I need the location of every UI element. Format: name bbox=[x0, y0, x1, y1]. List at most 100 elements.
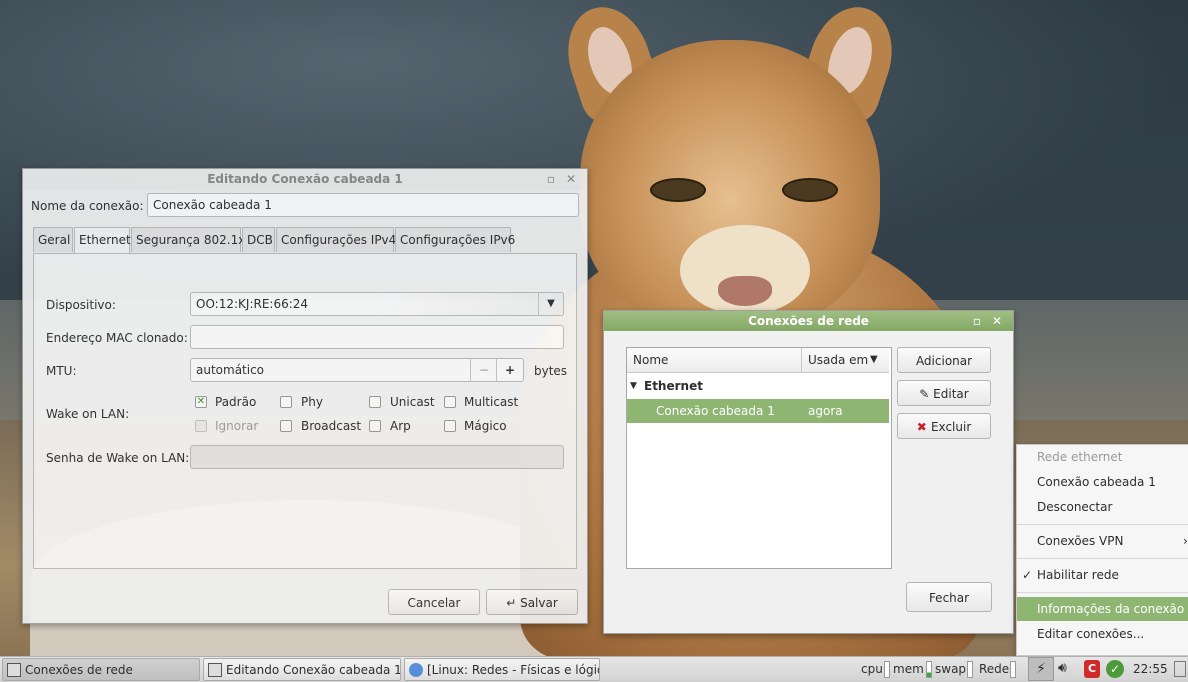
wol-phy-checkbox[interactable] bbox=[280, 396, 292, 408]
cloned-mac-input[interactable] bbox=[190, 325, 564, 349]
tab-dcb[interactable]: DCB bbox=[242, 227, 275, 252]
check-icon: ✓ bbox=[1022, 568, 1033, 582]
delete-x-icon: ✖ bbox=[916, 420, 931, 434]
task-network-connections[interactable]: Conexões de rede bbox=[2, 658, 200, 681]
connections-list: Nome Usada em ▼ ▼ Ethernet Conexão cabea… bbox=[626, 347, 892, 569]
wol-padrao-label: Padrão bbox=[215, 395, 257, 409]
network-window-title: Conexões de rede bbox=[748, 314, 869, 328]
tab-ethernet[interactable]: Ethernet bbox=[74, 227, 131, 254]
edit-connection-window: Editando Conexão cabeada 1 ▫ ✕ Nome da c… bbox=[22, 168, 588, 624]
mtu-label: MTU: bbox=[46, 364, 77, 378]
wol-password-label: Senha de Wake on LAN: bbox=[46, 451, 190, 465]
clock[interactable]: 22:55 bbox=[1133, 661, 1168, 677]
tab-ipv6[interactable]: Configurações IPv6 bbox=[395, 227, 515, 252]
plus-icon[interactable]: + bbox=[496, 359, 523, 381]
tab-ipv4[interactable]: Configurações IPv4 bbox=[276, 227, 396, 252]
net-monitor-label[interactable]: Rede bbox=[979, 661, 1009, 677]
menu-item-vpn[interactable]: Conexões VPN › bbox=[1017, 529, 1188, 553]
close-icon[interactable]: ✕ bbox=[563, 171, 579, 187]
task-label: [Linux: Redes - Físicas e lógic... bbox=[427, 663, 600, 677]
taskbar: Conexões de rede Editando Conexão cabead… bbox=[0, 656, 1188, 682]
wol-magico-label: Mágico bbox=[464, 419, 507, 433]
edit-window-title: Editando Conexão cabeada 1 bbox=[207, 172, 403, 186]
wol-padrao-checkbox[interactable]: ✕ bbox=[195, 396, 207, 408]
task-label: Conexões de rede bbox=[25, 663, 133, 677]
menu-item-enable-network[interactable]: ✓ Habilitar rede bbox=[1017, 563, 1188, 587]
wallpaper-puma-eye-left bbox=[650, 178, 706, 202]
wol-arp-checkbox[interactable] bbox=[369, 420, 381, 432]
close-button[interactable]: Fechar bbox=[906, 582, 992, 612]
menu-item-edit-connections[interactable]: Editar conexões... bbox=[1017, 622, 1188, 646]
device-value: OO:12:KJ:RE:66:24 bbox=[196, 297, 309, 311]
mtu-input[interactable]: automático − + bbox=[190, 358, 524, 382]
wol-broadcast-checkbox[interactable] bbox=[280, 420, 292, 432]
maximize-icon[interactable]: ▫ bbox=[543, 171, 559, 187]
group-label: Ethernet bbox=[644, 379, 703, 393]
maximize-icon[interactable]: ▫ bbox=[969, 313, 985, 329]
mtu-unit: bytes bbox=[534, 364, 568, 378]
cpu-meter bbox=[884, 661, 890, 678]
tab-geral[interactable]: Geral bbox=[33, 227, 73, 252]
wol-ignorar-label: Ignorar bbox=[215, 419, 259, 433]
edit-button[interactable]: ✎ Editar bbox=[897, 380, 991, 406]
edit-window-titlebar[interactable]: Editando Conexão cabeada 1 ▫ ✕ bbox=[23, 169, 587, 189]
mem-meter bbox=[926, 661, 932, 678]
volume-icon[interactable]: 🔊︎ bbox=[1058, 660, 1067, 676]
pencil-icon: ✎ bbox=[919, 387, 934, 401]
network-tray-menu: Rede ethernet Conexão cabeada 1 Desconec… bbox=[1016, 444, 1188, 656]
shield-c-icon[interactable]: C bbox=[1084, 660, 1100, 678]
menu-item-disconnect[interactable]: Desconectar bbox=[1017, 495, 1188, 519]
wol-arp-label: Arp bbox=[390, 419, 411, 433]
device-select[interactable]: OO:12:KJ:RE:66:24 ▼ bbox=[190, 292, 564, 316]
wol-broadcast-label: Broadcast bbox=[301, 419, 362, 433]
task-edit-connection[interactable]: Editando Conexão cabeada 1 bbox=[203, 658, 401, 681]
tab-seguranca[interactable]: Segurança 802.1x bbox=[131, 227, 245, 252]
delete-label: Excluir bbox=[930, 420, 972, 434]
save-button[interactable]: ↵ Salvar bbox=[486, 589, 578, 615]
row-used: agora bbox=[808, 404, 843, 418]
wol-multicast-checkbox[interactable] bbox=[444, 396, 456, 408]
task-browser[interactable]: [Linux: Redes - Físicas e lógic... bbox=[404, 658, 600, 681]
network-plug-icon[interactable]: ⚡ bbox=[1028, 657, 1054, 681]
mtu-value: automático bbox=[196, 363, 265, 377]
cancel-button[interactable]: Cancelar bbox=[388, 589, 480, 615]
show-desktop-icon[interactable] bbox=[1174, 661, 1186, 677]
group-row-ethernet[interactable]: ▼ Ethernet bbox=[627, 374, 889, 398]
menu-separator bbox=[1017, 558, 1188, 559]
minus-icon[interactable]: − bbox=[470, 359, 497, 381]
column-name[interactable]: Nome bbox=[633, 352, 668, 368]
enter-arrow-icon: ↵ bbox=[506, 596, 521, 610]
list-header: Nome Usada em ▼ bbox=[627, 348, 889, 373]
column-used[interactable]: Usada em bbox=[808, 352, 868, 368]
network-window-icon bbox=[208, 663, 222, 677]
wallpaper-puma-eye-right bbox=[782, 178, 838, 202]
mem-monitor-label[interactable]: mem bbox=[893, 661, 924, 677]
update-check-icon[interactable]: ✓ bbox=[1106, 660, 1124, 678]
wol-ignorar-checkbox bbox=[195, 420, 207, 432]
wol-password-input bbox=[190, 445, 564, 469]
vpn-label: Conexões VPN bbox=[1037, 534, 1124, 548]
menu-item-wired-connection[interactable]: Conexão cabeada 1 bbox=[1017, 470, 1188, 494]
wol-phy-label: Phy bbox=[301, 395, 323, 409]
menu-item-connection-info[interactable]: Informações da conexão bbox=[1017, 597, 1188, 621]
cloned-mac-label: Endereço MAC clonado: bbox=[46, 331, 188, 345]
add-button[interactable]: Adicionar bbox=[897, 347, 991, 373]
wol-label: Wake on LAN: bbox=[46, 407, 130, 421]
wol-unicast-label: Unicast bbox=[390, 395, 435, 409]
close-icon[interactable]: ✕ bbox=[989, 313, 1005, 329]
connection-name-input[interactable]: Conexão cabeada 1 bbox=[147, 193, 579, 217]
delete-button[interactable]: ✖ Excluir bbox=[897, 413, 991, 439]
chevron-right-icon: › bbox=[1183, 534, 1188, 548]
network-window-titlebar[interactable]: Conexões de rede ▫ ✕ bbox=[604, 311, 1013, 331]
swap-monitor-label[interactable]: swap bbox=[935, 661, 966, 677]
menu-header: Rede ethernet bbox=[1037, 450, 1123, 464]
menu-separator bbox=[1017, 524, 1188, 525]
wol-unicast-checkbox[interactable] bbox=[369, 396, 381, 408]
table-row[interactable]: Conexão cabeada 1 agora bbox=[627, 399, 889, 423]
expander-icon[interactable]: ▼ bbox=[630, 374, 637, 398]
chevron-down-icon[interactable]: ▼ bbox=[538, 293, 563, 315]
swap-meter bbox=[967, 661, 973, 678]
wol-magico-checkbox[interactable] bbox=[444, 420, 456, 432]
wol-multicast-label: Multicast bbox=[464, 395, 519, 409]
cpu-monitor-label[interactable]: cpu bbox=[861, 661, 883, 677]
